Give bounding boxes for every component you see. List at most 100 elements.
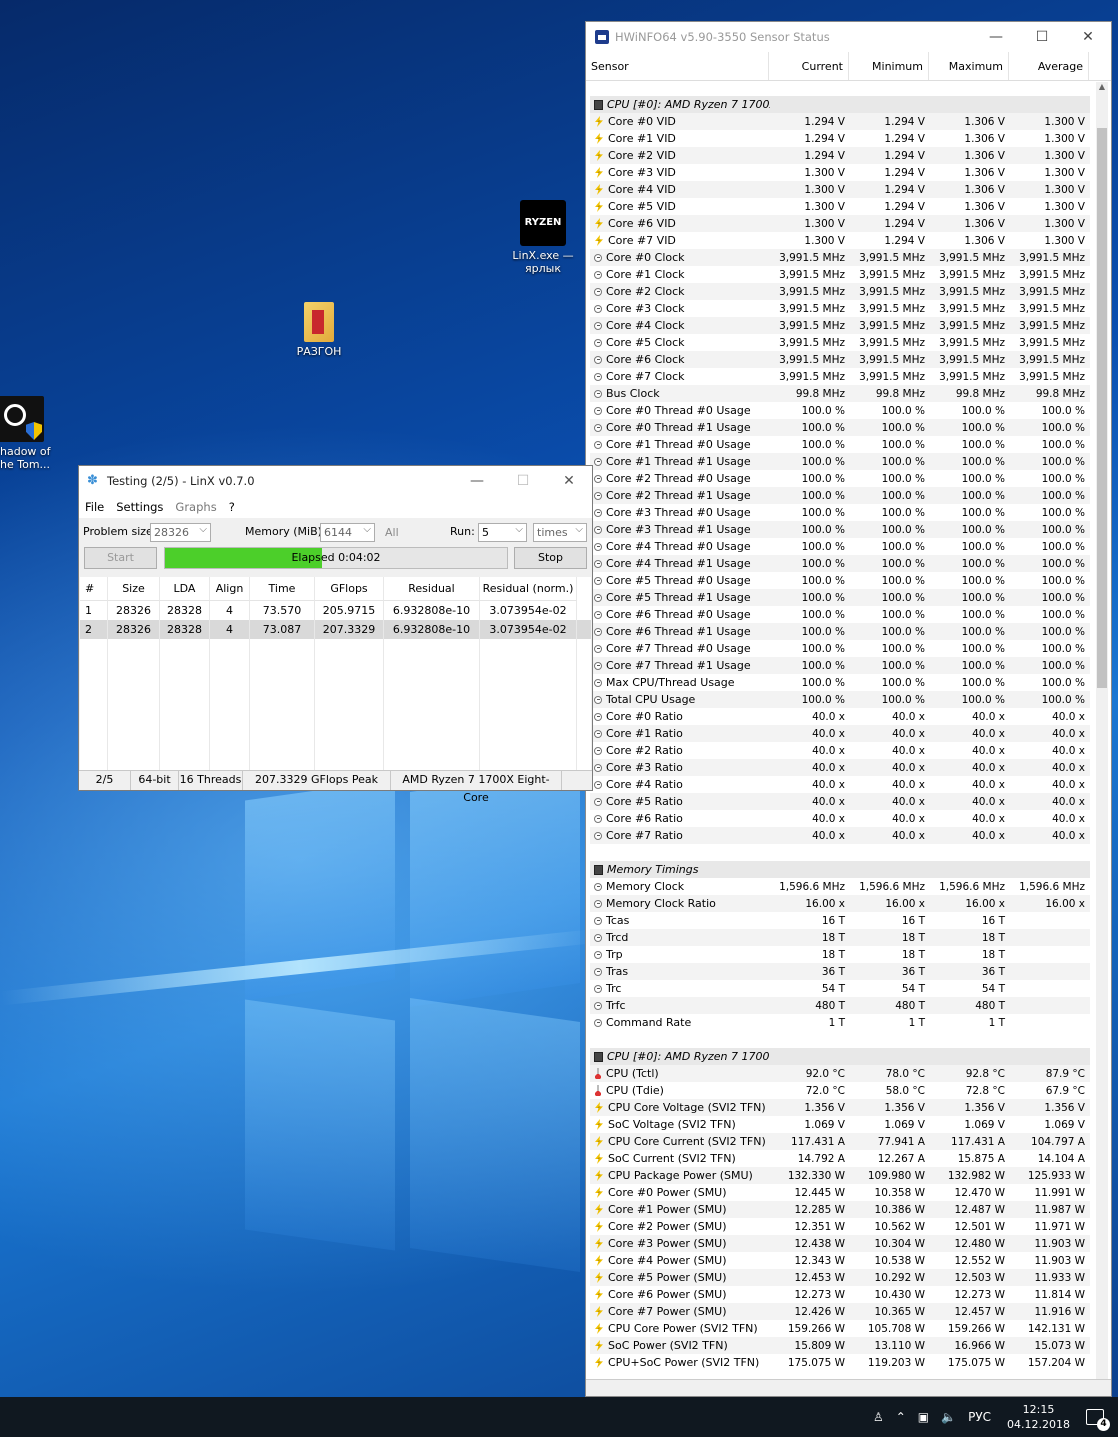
sensor-row[interactable]: Memory Clock 1,596.6 MHz 1,596.6 MHz 1,596.… [590, 878, 1090, 895]
sensor-row[interactable]: Trp 18 T 18 T 18 T [590, 946, 1090, 963]
people-icon[interactable]: ♙ [873, 1410, 884, 1424]
column-header-minimum[interactable]: Minimum [849, 52, 929, 80]
sensor-row[interactable]: Core #7 Thread #1 Usage 100.0 % 100.0 % 100… [590, 657, 1090, 674]
sensor-row[interactable]: Core #0 Thread #1 Usage 100.0 % 100.0 % 100… [590, 419, 1090, 436]
sensor-row[interactable]: Core #2 VID 1.294 V 1.294 V 1.306 V 1.300 V [590, 147, 1090, 164]
close-button[interactable]: ✕ [546, 473, 592, 489]
col-header-residual[interactable]: Residual [384, 577, 480, 601]
stop-button[interactable]: Stop [514, 547, 587, 569]
sensor-row[interactable]: Core #2 Power (SMU) 12.351 W 10.562 W 12.50… [590, 1218, 1090, 1235]
sensor-row[interactable]: Command Rate 1 T 1 T 1 T [590, 1014, 1090, 1031]
sensor-row[interactable]: Core #6 Thread #1 Usage 100.0 % 100.0 % 100… [590, 623, 1090, 640]
col-header-lda[interactable]: LDA [160, 577, 210, 601]
sensor-row[interactable]: CPU Core Voltage (SVI2 TFN) 1.356 V 1.356 … [590, 1099, 1090, 1116]
sensor-row[interactable]: Core #0 Ratio 40.0 x 40.0 x 40.0 x 40.0 x [590, 708, 1090, 725]
run-count-combo[interactable]: 5 [478, 523, 527, 542]
sensor-group-header[interactable]: CPU [#0]: AMD Ryzen 7 1700X [590, 96, 1090, 113]
table-row[interactable]: 2 28326 28328 4 73.087 207.3329 6.932808e-10 3.… [80, 620, 591, 639]
sensor-row[interactable]: Core #2 Ratio 40.0 x 40.0 x 40.0 x 40.0 x [590, 742, 1090, 759]
sensor-row[interactable]: CPU+SoC Power (SVI2 TFN) 175.075 W 119.203… [590, 1354, 1090, 1371]
sensor-group-header[interactable]: CPU [#0]: AMD Ryzen 7 1700... [590, 1048, 1090, 1065]
sensor-row[interactable]: Core #7 Thread #0 Usage 100.0 % 100.0 % 100… [590, 640, 1090, 657]
desktop-icon-folder[interactable]: РАЗГОН [284, 302, 354, 358]
sensor-row[interactable]: Core #0 Power (SMU) 12.445 W 10.358 W 12.47… [590, 1184, 1090, 1201]
sensor-row[interactable]: SoC Voltage (SVI2 TFN) 1.069 V 1.069 V 1.06… [590, 1116, 1090, 1133]
network-icon[interactable]: ▣ [918, 1410, 929, 1424]
memory-combo[interactable]: 6144 [320, 523, 375, 542]
scrollbar-thumb[interactable] [1097, 128, 1107, 688]
sensor-list[interactable]: CPU [#0]: AMD Ryzen 7 1700X Core #0 VID 1.… [590, 96, 1090, 1371]
column-header-maximum[interactable]: Maximum [929, 52, 1009, 80]
col-header-index[interactable]: # [80, 577, 108, 601]
sensor-row[interactable]: Core #1 Ratio 40.0 x 40.0 x 40.0 x 40.0 x [590, 725, 1090, 742]
sensor-row[interactable]: Tcas 16 T 16 T 16 T [590, 912, 1090, 929]
desktop-icon-linx[interactable]: RYZEN LinX.exe — ярлык [508, 200, 578, 275]
col-header-gflops[interactable]: GFlops [315, 577, 384, 601]
sensor-row[interactable]: Trc 54 T 54 T 54 T [590, 980, 1090, 997]
sensor-row[interactable]: Bus Clock 99.8 MHz 99.8 MHz 99.8 MHz 99.8 MH… [590, 385, 1090, 402]
desktop-icon-game[interactable]: hadow of he Tom... [0, 396, 54, 471]
menu-graphs[interactable]: Graphs [175, 500, 216, 514]
sensor-row[interactable]: Core #3 VID 1.300 V 1.294 V 1.306 V 1.300 V [590, 164, 1090, 181]
sensor-row[interactable]: Core #1 Power (SMU) 12.285 W 10.386 W 12.48… [590, 1201, 1090, 1218]
sensor-row[interactable]: SoC Power (SVI2 TFN) 15.809 W 13.110 W 16.9… [590, 1337, 1090, 1354]
sensor-row[interactable]: Core #4 VID 1.300 V 1.294 V 1.306 V 1.300 V [590, 181, 1090, 198]
sensor-row[interactable]: Core #4 Ratio 40.0 x 40.0 x 40.0 x 40.0 x [590, 776, 1090, 793]
sensor-row[interactable]: Core #5 Thread #1 Usage 100.0 % 100.0 % 100… [590, 589, 1090, 606]
sensor-row[interactable]: CPU Package Power (SMU) 132.330 W 109.980 … [590, 1167, 1090, 1184]
col-header-size[interactable]: Size [108, 577, 160, 601]
table-row[interactable]: 1 28326 28328 4 73.570 205.9715 6.932808e-10 3.… [80, 601, 591, 620]
sensor-row[interactable]: Core #5 Clock 3,991.5 MHz 3,991.5 MHz 3,991… [590, 334, 1090, 351]
hwinfo-toolbar[interactable] [586, 1379, 1111, 1396]
sensor-row[interactable]: Core #4 Clock 3,991.5 MHz 3,991.5 MHz 3,991… [590, 317, 1090, 334]
column-header-current[interactable]: Current [769, 52, 849, 80]
linx-titlebar[interactable]: ✽ Testing (2/5) - LinX v0.7.0 — ☐ ✕ [79, 466, 592, 496]
scroll-up-icon[interactable]: ▲ [1096, 82, 1108, 94]
col-header-align[interactable]: Align [210, 577, 250, 601]
sensor-row[interactable]: Core #6 Clock 3,991.5 MHz 3,991.5 MHz 3,991… [590, 351, 1090, 368]
sensor-row[interactable]: Core #3 Ratio 40.0 x 40.0 x 40.0 x 40.0 x [590, 759, 1090, 776]
sensor-row[interactable]: Core #3 Clock 3,991.5 MHz 3,991.5 MHz 3,991… [590, 300, 1090, 317]
sensor-row[interactable]: CPU Core Current (SVI2 TFN) 117.431 A 77.9… [590, 1133, 1090, 1150]
sensor-row[interactable]: Core #7 VID 1.300 V 1.294 V 1.306 V 1.300 V [590, 232, 1090, 249]
sensor-row[interactable]: CPU (Tdie) 72.0 °C 58.0 °C 72.8 °C 67.9 °C [590, 1082, 1090, 1099]
column-header-average[interactable]: Average [1009, 52, 1089, 80]
sensor-row[interactable]: Core #2 Clock 3,991.5 MHz 3,991.5 MHz 3,991… [590, 283, 1090, 300]
sensor-row[interactable]: Core #0 VID 1.294 V 1.294 V 1.306 V 1.300 V [590, 113, 1090, 130]
sensor-row[interactable]: Core #3 Thread #1 Usage 100.0 % 100.0 % 100… [590, 521, 1090, 538]
sensor-row[interactable]: SoC Current (SVI2 TFN) 14.792 A 12.267 A 15… [590, 1150, 1090, 1167]
sensor-group-header[interactable]: Memory Timings [590, 861, 1090, 878]
maximize-button[interactable]: ☐ [1019, 29, 1065, 45]
sensor-row[interactable]: Core #6 Power (SMU) 12.273 W 10.430 W 12.27… [590, 1286, 1090, 1303]
vertical-scrollbar[interactable]: ▲ ▼ [1096, 82, 1108, 1392]
sensor-row[interactable]: Core #6 Ratio 40.0 x 40.0 x 40.0 x 40.0 x [590, 810, 1090, 827]
sensor-row[interactable]: Core #1 VID 1.294 V 1.294 V 1.306 V 1.300 V [590, 130, 1090, 147]
results-table[interactable]: # Size LDA Align Time GFlops Residual Re… [80, 577, 591, 789]
col-header-residual-norm[interactable]: Residual (norm.) [480, 577, 577, 601]
minimize-button[interactable]: — [973, 29, 1019, 45]
menu-help[interactable]: ? [229, 500, 235, 514]
run-unit-combo[interactable]: times [533, 523, 587, 542]
all-checkbox-label[interactable]: All [385, 526, 399, 539]
sensor-row[interactable]: Core #4 Power (SMU) 12.343 W 10.538 W 12.55… [590, 1252, 1090, 1269]
sensor-row[interactable]: Core #5 Power (SMU) 12.453 W 10.292 W 12.50… [590, 1269, 1090, 1286]
language-indicator[interactable]: РУС [968, 1410, 991, 1424]
sensor-row[interactable]: Total CPU Usage 100.0 % 100.0 % 100.0 % 100.… [590, 691, 1090, 708]
sensor-row[interactable]: Core #7 Ratio 40.0 x 40.0 x 40.0 x 40.0 x [590, 827, 1090, 844]
sensor-row[interactable]: Core #6 Thread #0 Usage 100.0 % 100.0 % 100… [590, 606, 1090, 623]
clock[interactable]: 12:15 04.12.2018 [1007, 1402, 1070, 1432]
sensor-row[interactable]: Tras 36 T 36 T 36 T [590, 963, 1090, 980]
menu-settings[interactable]: Settings [116, 500, 163, 514]
sensor-row[interactable]: Core #0 Thread #0 Usage 100.0 % 100.0 % 100… [590, 402, 1090, 419]
column-header-sensor[interactable]: Sensor [586, 52, 769, 80]
close-button[interactable]: ✕ [1065, 29, 1111, 45]
sensor-row[interactable]: CPU Core Power (SVI2 TFN) 159.266 W 105.70… [590, 1320, 1090, 1337]
sensor-row[interactable]: Core #2 Thread #0 Usage 100.0 % 100.0 % 100… [590, 470, 1090, 487]
hwinfo-window[interactable]: HWiNFO64 v5.90-3550 Sensor Status — ☐ ✕ … [585, 21, 1112, 1397]
menu-file[interactable]: File [85, 500, 104, 514]
sensor-row[interactable]: CPU (Tctl) 92.0 °C 78.0 °C 92.8 °C 87.9 °C [590, 1065, 1090, 1082]
sensor-row[interactable]: Core #5 VID 1.300 V 1.294 V 1.306 V 1.300 V [590, 198, 1090, 215]
sensor-row[interactable]: Trcd 18 T 18 T 18 T [590, 929, 1090, 946]
sensor-row[interactable]: Core #1 Thread #0 Usage 100.0 % 100.0 % 100… [590, 436, 1090, 453]
sensor-row[interactable]: Core #1 Thread #1 Usage 100.0 % 100.0 % 100… [590, 453, 1090, 470]
